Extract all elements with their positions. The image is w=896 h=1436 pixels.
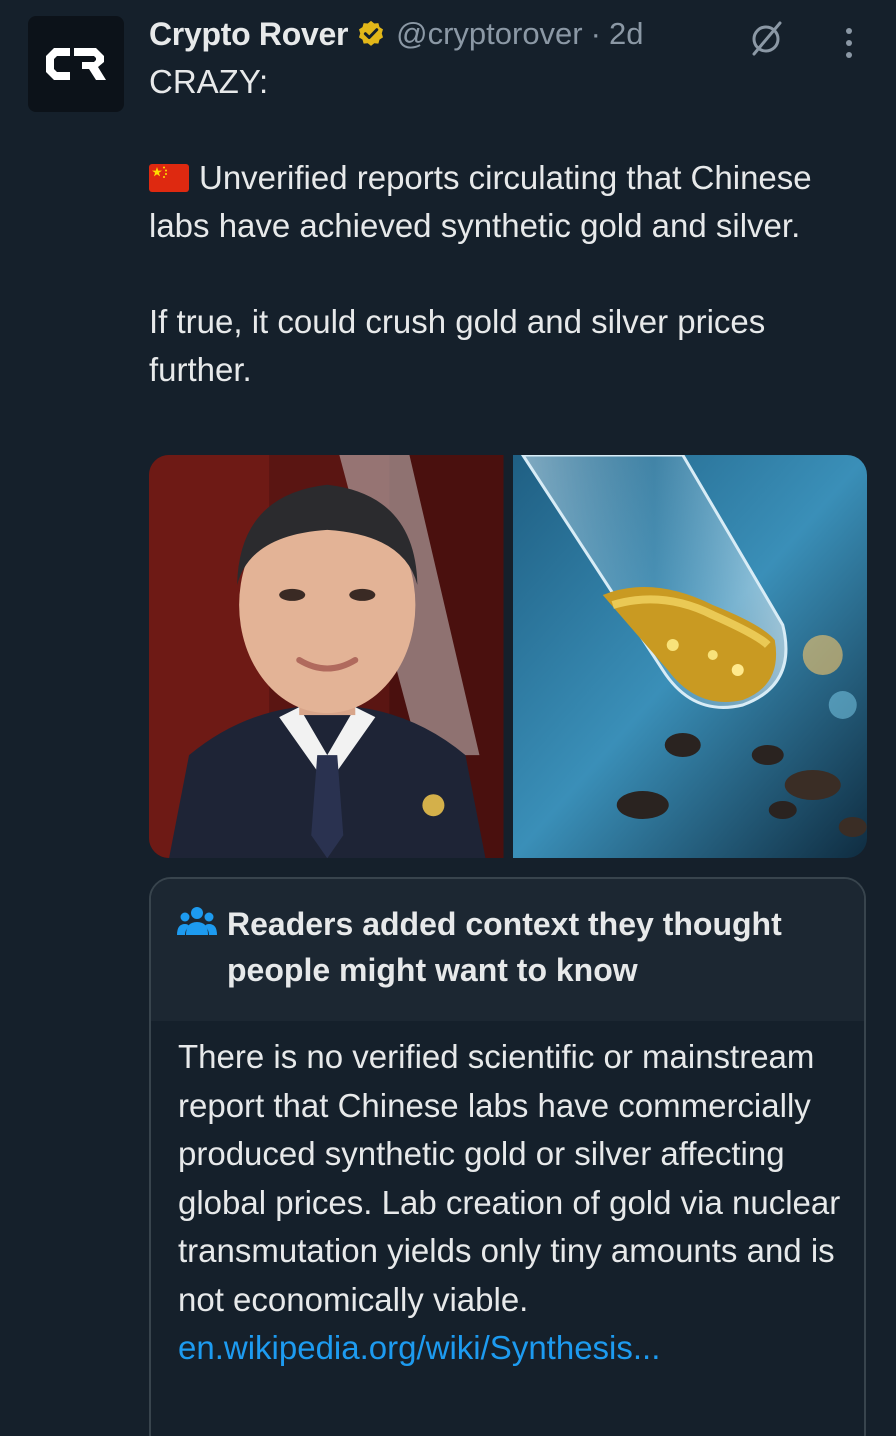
china-flag-icon [149, 157, 189, 192]
community-note-text: There is no verified scientific or mains… [178, 1038, 841, 1318]
tweet[interactable]: Crypto Rover @cryptorover · 2d CRAZY: Un… [0, 0, 896, 1436]
media-image-portrait[interactable] [149, 455, 504, 858]
media-gallery [149, 455, 867, 858]
crypto-rover-logo [46, 48, 106, 80]
avatar[interactable] [28, 16, 124, 112]
tweet-content: Crypto Rover @cryptorover · 2d CRAZY: Un… [149, 12, 869, 394]
verified-badge-icon [356, 19, 386, 49]
people-group-icon [177, 905, 217, 939]
community-note-title: Readers added context they thought peopl… [227, 906, 782, 988]
author-handle[interactable]: @cryptorover [396, 16, 583, 52]
tweet-text-paragraph-3: If true, it could crush gold and silver … [149, 303, 766, 388]
media-image-test-tube[interactable] [512, 455, 867, 858]
community-note-body: There is no verified scientific or mains… [151, 1021, 864, 1373]
tweet-text-paragraph-2-text: Unverified reports circulating that Chin… [149, 159, 812, 244]
community-note-header: Readers added context they thought peopl… [151, 879, 864, 1021]
separator-dot: · [590, 16, 601, 51]
tweet-text-line-1: CRAZY: [149, 63, 269, 100]
more-vertical-icon[interactable] [837, 20, 861, 60]
tweet-text-paragraph-2: Unverified reports circulating that Chin… [149, 154, 864, 250]
tweet-text: CRAZY: Unverified reports circulating th… [149, 58, 864, 394]
author-name[interactable]: Crypto Rover [149, 16, 348, 53]
community-note-link[interactable]: en.wikipedia.org/wiki/Synthesis... [178, 1324, 844, 1373]
grok-icon[interactable] [746, 18, 786, 58]
timestamp[interactable]: 2d [609, 16, 643, 52]
community-note[interactable]: Readers added context they thought peopl… [149, 877, 866, 1436]
